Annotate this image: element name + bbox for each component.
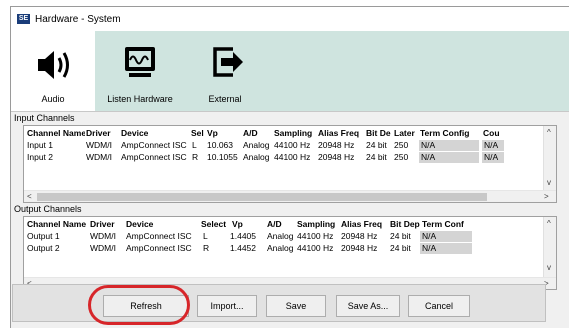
title-bar: SE Hardware - System xyxy=(11,7,569,31)
toolbar-audio[interactable]: Audio xyxy=(11,31,95,111)
cell: WDM/I xyxy=(90,243,116,253)
cell: 20948 Hz xyxy=(341,231,378,241)
column-header[interactable]: Channel Name xyxy=(27,219,87,230)
cell: Input 2 xyxy=(27,152,53,162)
column-header[interactable]: Device xyxy=(126,219,192,230)
column-header[interactable]: Alias Freq xyxy=(341,219,387,230)
output-channels-label: Output Channels xyxy=(11,203,569,215)
cell: 44100 Hz xyxy=(274,140,311,150)
monitor-waveform-icon xyxy=(125,47,155,77)
cell: 24 bit xyxy=(366,140,387,150)
cell: 44100 Hz xyxy=(297,231,334,241)
cell: AmpConnect ISC xyxy=(121,152,187,162)
input-channels-label: Input Channels xyxy=(11,112,569,124)
column-header[interactable]: Device xyxy=(121,128,187,139)
toolbar-external[interactable]: External xyxy=(185,31,569,111)
column-header[interactable]: A/D xyxy=(267,219,291,230)
cell: 10.1055 xyxy=(207,152,238,162)
cell: 250 xyxy=(394,140,409,150)
cell: R xyxy=(192,152,199,162)
column-header[interactable]: Cou xyxy=(483,128,501,139)
cell: Analog xyxy=(267,243,294,253)
save-as-button[interactable]: Save As... xyxy=(336,295,400,317)
cell: 24 bit xyxy=(366,152,387,162)
scroll-left-icon[interactable]: < xyxy=(27,192,32,202)
column-header[interactable]: Sel xyxy=(191,128,204,139)
cell: R xyxy=(203,243,210,253)
arrow-box-icon xyxy=(213,47,243,77)
cell: N/A xyxy=(482,140,504,151)
cell: 1.4405 xyxy=(230,231,256,241)
scroll-down-icon[interactable]: v xyxy=(547,178,551,188)
cell: N/A xyxy=(419,140,479,151)
output-vertical-scrollbar[interactable]: ^ v xyxy=(543,217,556,277)
cell: Analog xyxy=(267,231,294,241)
column-header[interactable]: Later xyxy=(394,128,416,139)
column-header[interactable]: Term Conf xyxy=(422,219,472,230)
column-header[interactable]: Vp xyxy=(207,128,237,139)
input-vertical-scrollbar[interactable]: ^ v xyxy=(543,126,556,190)
cell: 24 bit xyxy=(390,231,411,241)
scroll-thumb[interactable] xyxy=(37,193,487,201)
cell: N/A xyxy=(420,231,472,242)
window-title: Hardware - System xyxy=(35,14,121,25)
column-header[interactable]: Bit Dep xyxy=(390,219,420,230)
cell: AmpConnect ISC xyxy=(126,231,192,241)
cell: WDM/I xyxy=(90,231,116,241)
refresh-highlight-ring xyxy=(88,285,190,325)
input-horizontal-scrollbar[interactable]: < > xyxy=(24,190,556,202)
column-header[interactable]: Driver xyxy=(90,219,124,230)
toolbar-audio-label: Audio xyxy=(41,94,65,104)
column-header[interactable]: Sampling xyxy=(297,219,339,230)
column-header[interactable]: Select xyxy=(201,219,229,230)
cell: 10.063 xyxy=(207,140,233,150)
input-channels-grid[interactable]: Channel Name Driver Device Sel Vp A/D Sa… xyxy=(23,125,557,203)
cell: AmpConnect ISC xyxy=(121,140,187,150)
cell: 250 xyxy=(394,152,409,162)
cell: Output 2 xyxy=(27,243,60,253)
hardware-system-window: SE Hardware - System Audio Listen Hardwa… xyxy=(10,6,569,328)
toolbar-external-label: External xyxy=(208,94,242,104)
app-icon: SE xyxy=(17,14,30,24)
cell: 24 bit xyxy=(390,243,411,253)
cell: 20948 Hz xyxy=(318,152,355,162)
cell: L xyxy=(203,231,208,241)
toolbar: Audio Listen Hardware External xyxy=(11,31,569,112)
speaker-icon xyxy=(38,51,69,79)
scroll-up-icon[interactable]: ^ xyxy=(547,128,551,138)
cell: L xyxy=(192,140,197,150)
column-header[interactable]: A/D xyxy=(243,128,271,139)
save-button[interactable]: Save xyxy=(266,295,326,317)
column-header[interactable]: Term Config xyxy=(420,128,476,139)
cell: N/A xyxy=(419,152,479,163)
cell: 1.4452 xyxy=(230,243,256,253)
cancel-button[interactable]: Cancel xyxy=(408,295,470,317)
toolbar-listen-hardware[interactable]: Listen Hardware xyxy=(95,31,185,111)
scroll-right-icon[interactable]: > xyxy=(544,192,549,202)
cell: 44100 Hz xyxy=(274,152,311,162)
scroll-up-icon[interactable]: ^ xyxy=(547,219,551,229)
cell: N/A xyxy=(420,243,472,254)
cell: Analog xyxy=(243,140,270,150)
column-header[interactable]: Bit De xyxy=(366,128,392,139)
column-header[interactable]: Vp xyxy=(232,219,252,230)
cell: WDM/I xyxy=(86,152,112,162)
cell: Analog xyxy=(243,152,270,162)
column-header[interactable]: Alias Freq xyxy=(318,128,363,139)
cell: WDM/I xyxy=(86,140,112,150)
cell: 20948 Hz xyxy=(341,243,378,253)
column-header[interactable]: Channel Name xyxy=(27,128,85,139)
cell: Output 1 xyxy=(27,231,60,241)
cell: N/A xyxy=(482,152,504,163)
toolbar-listen-hardware-label: Listen Hardware xyxy=(107,94,173,104)
column-header[interactable]: Driver xyxy=(86,128,120,139)
output-channels-grid[interactable]: Channel Name Driver Device Select Vp A/D… xyxy=(23,216,557,290)
column-header[interactable]: Sampling xyxy=(274,128,316,139)
scroll-down-icon[interactable]: v xyxy=(547,263,551,273)
cell: Input 1 xyxy=(27,140,53,150)
cell: AmpConnect ISC xyxy=(126,243,192,253)
cell: 20948 Hz xyxy=(318,140,355,150)
import-button[interactable]: Import... xyxy=(197,295,257,317)
cell: 44100 Hz xyxy=(297,243,334,253)
